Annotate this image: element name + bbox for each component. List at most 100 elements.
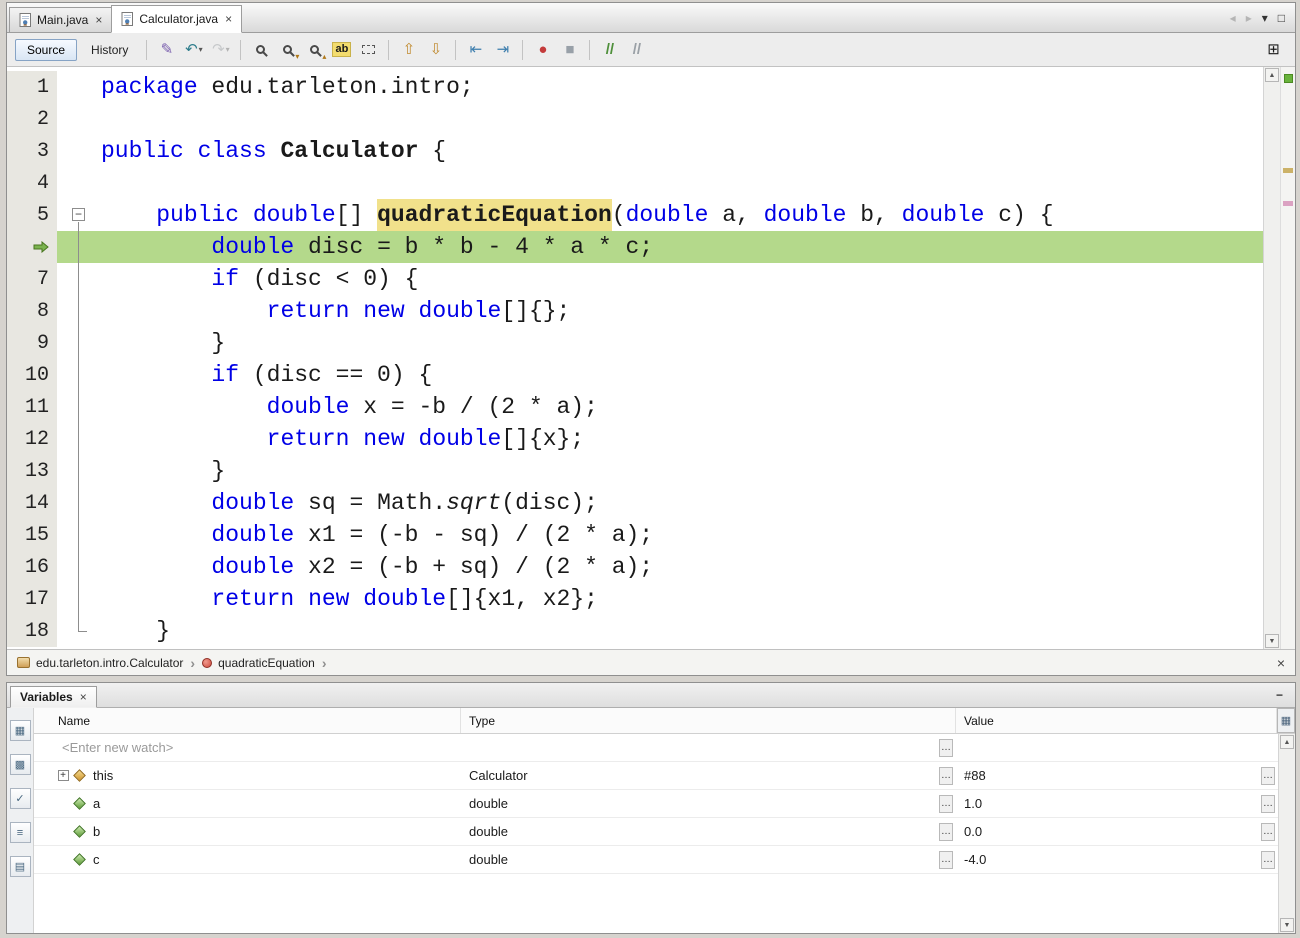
code-line-9[interactable]: 9 } xyxy=(7,327,1263,359)
code-line-14[interactable]: 14 double sq = Math.sqrt(disc); xyxy=(7,487,1263,519)
source-view-button[interactable]: Source xyxy=(15,39,77,61)
last-edit-location-icon[interactable]: ✎ xyxy=(154,38,179,62)
line-number-9[interactable]: 9 xyxy=(7,327,57,359)
variable-row-a[interactable]: adouble…1.0… xyxy=(34,790,1278,818)
variable-row-new-watch[interactable]: <Enter new watch>… xyxy=(34,734,1278,762)
type-ellipsis-button[interactable]: … xyxy=(939,767,953,785)
value-ellipsis-button[interactable]: … xyxy=(1261,795,1275,813)
code-line-17[interactable]: 17 return new double[]{x1, x2}; xyxy=(7,583,1263,615)
stop-macro-recording-icon[interactable]: ■ xyxy=(557,38,582,62)
start-macro-recording-icon[interactable]: ● xyxy=(530,38,555,62)
value-ellipsis-button[interactable]: … xyxy=(1261,823,1275,841)
line-number-14[interactable]: 14 xyxy=(7,487,57,519)
code-line-text[interactable]: } xyxy=(101,327,1263,359)
toggle-highlight-search-icon[interactable]: ab xyxy=(329,38,354,62)
code-line-text[interactable]: if (disc == 0) { xyxy=(101,359,1263,391)
code-line-text[interactable]: public double[] quadraticEquation(double… xyxy=(101,199,1263,231)
code-line-text[interactable]: double x1 = (-b - sq) / (2 * a); xyxy=(101,519,1263,551)
code-line-text[interactable]: if (disc < 0) { xyxy=(101,263,1263,295)
type-ellipsis-button[interactable]: … xyxy=(939,795,953,813)
line-number-3[interactable]: 3 xyxy=(7,135,57,167)
code-line-15[interactable]: 15 double x1 = (-b - sq) / (2 * a); xyxy=(7,519,1263,551)
uncomment-icon[interactable]: // xyxy=(624,38,649,62)
code-line-13[interactable]: 13 } xyxy=(7,455,1263,487)
comment-icon[interactable]: // xyxy=(597,38,622,62)
close-tab-icon[interactable]: × xyxy=(225,12,232,26)
code-line-text[interactable]: } xyxy=(101,455,1263,487)
variables-tab[interactable]: Variables × xyxy=(10,686,97,708)
breadcrumb-close-icon[interactable]: × xyxy=(1277,655,1285,671)
editor-tab-calculator-java[interactable]: Calculator.java× xyxy=(111,5,242,33)
close-tab-icon[interactable]: × xyxy=(95,13,102,27)
expand-toggle[interactable]: + xyxy=(54,770,72,781)
code-line-2[interactable]: 2 xyxy=(7,103,1263,135)
line-number-8[interactable]: 8 xyxy=(7,295,57,327)
type-ellipsis-button[interactable]: … xyxy=(939,823,953,841)
code-line-3[interactable]: 3 public class Calculator { xyxy=(7,135,1263,167)
value-ellipsis-button[interactable]: … xyxy=(1261,851,1275,869)
show-evaluation-result-icon[interactable]: ✓ xyxy=(10,788,31,809)
column-header-type[interactable]: Type xyxy=(461,708,956,733)
code-line-text[interactable]: double x = -b / (2 * a); xyxy=(101,391,1263,423)
current-line-stripe-mark[interactable] xyxy=(1283,201,1293,206)
history-view-button[interactable]: History xyxy=(79,39,140,61)
code-line-text[interactable]: double x2 = (-b + sq) / (2 * a); xyxy=(101,551,1263,583)
type-ellipsis-button[interactable]: … xyxy=(939,851,953,869)
code-line-text[interactable] xyxy=(101,167,1263,199)
variable-row-b[interactable]: bdouble…0.0… xyxy=(34,818,1278,846)
line-number-15[interactable]: 15 xyxy=(7,519,57,551)
line-number-16[interactable]: 16 xyxy=(7,551,57,583)
variables-scrollbar[interactable]: ▲ ▼ xyxy=(1278,734,1295,933)
code-line-text[interactable]: double sq = Math.sqrt(disc); xyxy=(101,487,1263,519)
code-line-text[interactable]: return new double[]{x1, x2}; xyxy=(101,583,1263,615)
occurrence-stripe-mark[interactable] xyxy=(1283,168,1293,173)
code-line-text[interactable]: public class Calculator { xyxy=(101,135,1263,167)
code-line-4[interactable]: 4 xyxy=(7,167,1263,199)
scroll-tabs-left-button[interactable]: ◂ xyxy=(1230,12,1236,24)
find-previous-occurrence-icon[interactable]: ▴ xyxy=(302,38,327,62)
code-editor[interactable]: 1package edu.tarleton.intro;23public cla… xyxy=(7,67,1295,649)
previous-bookmark-icon[interactable]: ⇧ xyxy=(396,38,421,62)
breadcrumb-item-1[interactable]: quadraticEquation xyxy=(202,656,315,670)
code-line-6[interactable]: double disc = b * b - 4 * a * c; xyxy=(7,231,1263,263)
line-number-2[interactable]: 2 xyxy=(7,103,57,135)
column-header-value[interactable]: Value xyxy=(956,708,1277,733)
maximize-window-button[interactable]: □ xyxy=(1278,12,1285,24)
line-number-11[interactable]: 11 xyxy=(7,391,57,423)
breadcrumb-item-0[interactable]: edu.tarleton.intro.Calculator xyxy=(17,656,183,670)
split-window-icon[interactable]: ⊞ xyxy=(1261,38,1286,62)
code-line-10[interactable]: 10 if (disc == 0) { xyxy=(7,359,1263,391)
line-number-12[interactable]: 12 xyxy=(7,423,57,455)
line-number-1[interactable]: 1 xyxy=(7,71,57,103)
scroll-tabs-right-button[interactable]: ▸ xyxy=(1246,12,1252,24)
tab-list-dropdown-button[interactable]: ▾ xyxy=(1262,12,1268,24)
toggle-rectangular-selection-icon[interactable] xyxy=(356,38,381,62)
scroll-down-button[interactable]: ▼ xyxy=(1265,634,1279,648)
next-bookmark-icon[interactable]: ⇩ xyxy=(423,38,448,62)
variable-filters-icon[interactable]: ≡ xyxy=(10,822,31,843)
code-line-8[interactable]: 8 return new double[]{}; xyxy=(7,295,1263,327)
type-ellipsis-button[interactable]: … xyxy=(939,739,953,757)
editor-scrollbar[interactable]: ▲ ▼ xyxy=(1263,67,1280,649)
variables-scroll-up-button[interactable]: ▲ xyxy=(1280,735,1294,749)
find-next-occurrence-icon[interactable]: ▾ xyxy=(275,38,300,62)
code-line-5[interactable]: 5− public double[] quadraticEquation(dou… xyxy=(7,199,1263,231)
scroll-up-button[interactable]: ▲ xyxy=(1265,68,1279,82)
show-watches-icon[interactable]: ▦ xyxy=(10,720,31,741)
code-line-12[interactable]: 12 return new double[]{x}; xyxy=(7,423,1263,455)
code-line-text[interactable]: return new double[]{}; xyxy=(101,295,1263,327)
code-line-text[interactable]: } xyxy=(101,615,1263,647)
code-line-11[interactable]: 11 double x = -b / (2 * a); xyxy=(7,391,1263,423)
minimize-panel-button[interactable]: − xyxy=(1276,689,1283,701)
column-header-name[interactable]: Name xyxy=(34,708,461,733)
editor-tab-main-java[interactable]: Main.java× xyxy=(9,7,112,32)
shift-line-left-icon[interactable]: ⇤ xyxy=(463,38,488,62)
value-ellipsis-button[interactable]: … xyxy=(1261,767,1275,785)
line-number-13[interactable]: 13 xyxy=(7,455,57,487)
line-number-17[interactable]: 17 xyxy=(7,583,57,615)
back-icon[interactable]: ↶▾ xyxy=(181,38,206,62)
code-line-18[interactable]: 18 } xyxy=(7,615,1263,647)
line-number-5[interactable]: 5 xyxy=(7,199,57,231)
code-area[interactable]: 1package edu.tarleton.intro;23public cla… xyxy=(7,67,1263,649)
forward-icon[interactable]: ↷▾ xyxy=(208,38,233,62)
